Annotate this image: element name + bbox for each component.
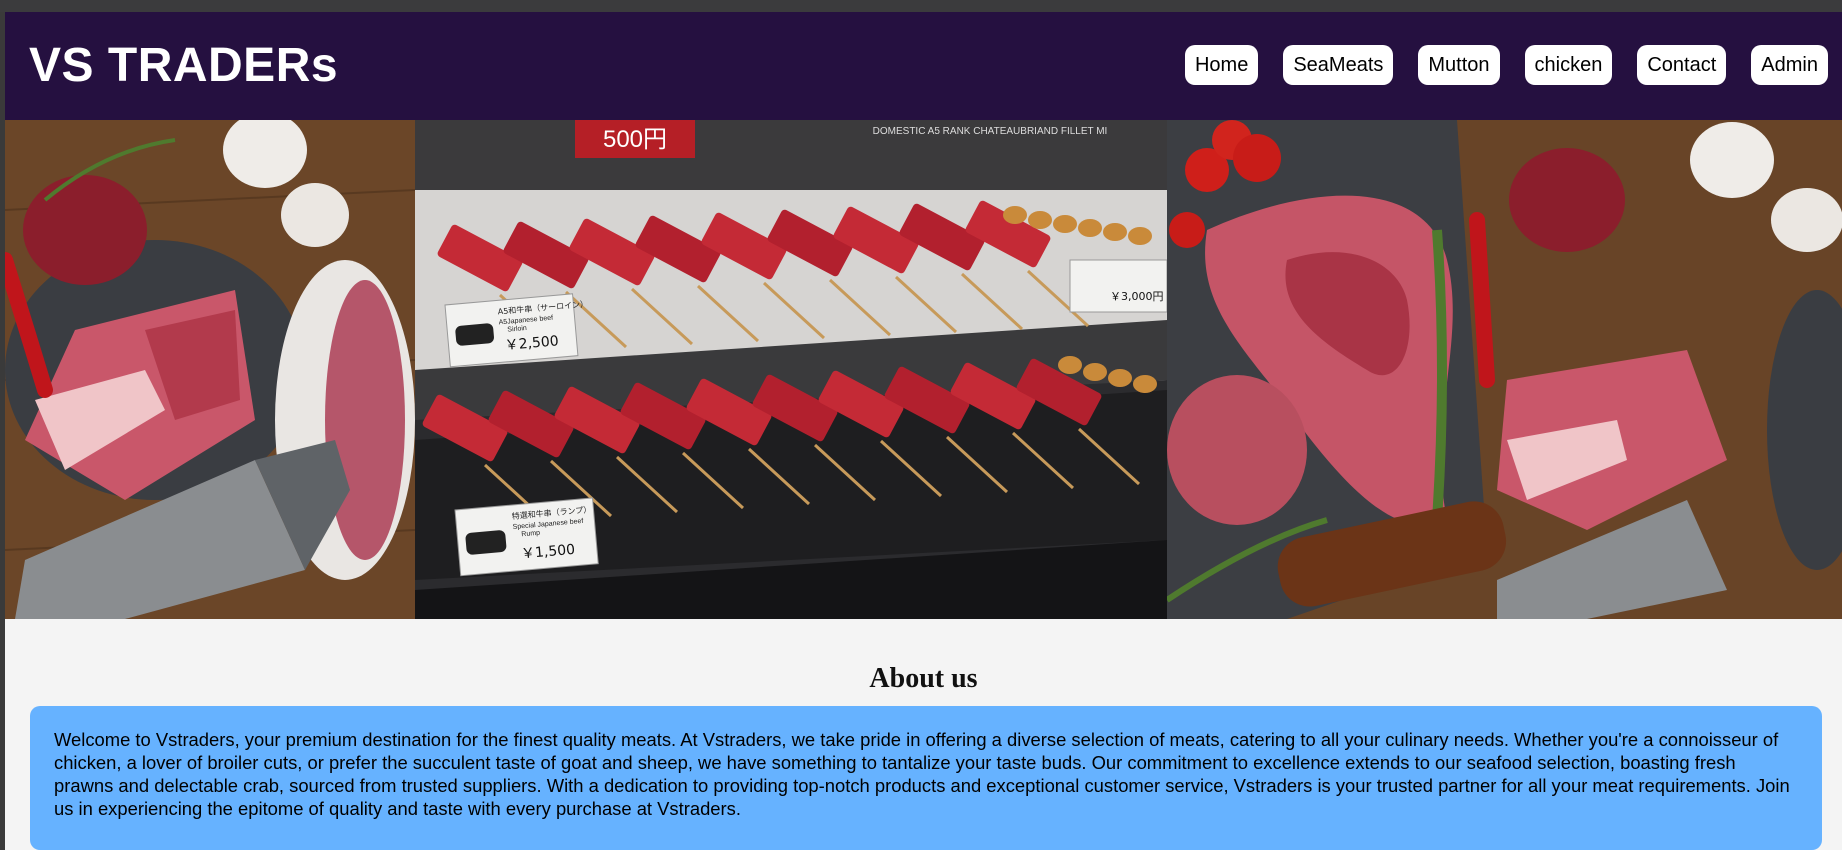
sign-domestic: DOMESTIC A5 RANK CHATEAUBRIAND FILLET MI: [873, 126, 1108, 137]
nav-chicken-button[interactable]: chicken: [1524, 45, 1613, 85]
navbar: VS TRADERs Home SeaMeats Mutton chicken …: [5, 12, 1842, 120]
nav-mutton-button[interactable]: Mutton: [1418, 45, 1500, 85]
brand-title: VS TRADERs: [29, 39, 339, 92]
window-top-strip: [0, 0, 1842, 12]
about-title: About us: [869, 663, 978, 695]
tbone-steak-board-photo: [1167, 120, 1842, 619]
wagyu-skewer-display-photo: 500円 DOMESTIC A5 RANK CHATEAUBRIAND FILL…: [415, 120, 1167, 619]
raw-meat-board-photo: [5, 120, 415, 619]
nav-seameats-button[interactable]: SeaMeats: [1283, 45, 1394, 85]
page: VS TRADERs Home SeaMeats Mutton chicken …: [5, 12, 1842, 850]
nav-home-button[interactable]: Home: [1184, 45, 1259, 85]
sign-price-500: 500円: [603, 126, 667, 153]
hero-gallery: 500円 DOMESTIC A5 RANK CHATEAUBRIAND FILL…: [5, 120, 1842, 619]
price-tag-3-price: ￥3,000円: [1110, 290, 1164, 303]
about-box: Welcome to Vstraders, your premium desti…: [30, 706, 1822, 850]
main-nav: Home SeaMeats Mutton chicken Contact Adm…: [1184, 45, 1828, 85]
about-text: Welcome to Vstraders, your premium desti…: [54, 729, 1790, 819]
nav-contact-button[interactable]: Contact: [1637, 45, 1727, 85]
nav-admin-button[interactable]: Admin: [1751, 45, 1828, 85]
